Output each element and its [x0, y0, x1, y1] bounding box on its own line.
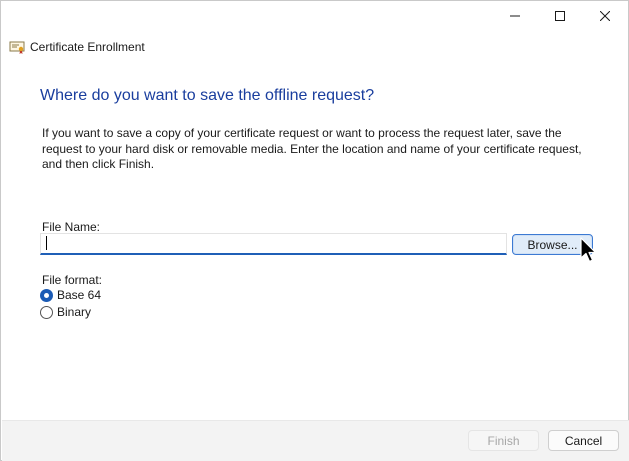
- text-caret: [46, 236, 47, 250]
- cancel-button[interactable]: Cancel: [548, 430, 619, 451]
- window-title: Certificate Enrollment: [30, 40, 145, 54]
- page-description: If you want to save a copy of your certi…: [42, 126, 582, 171]
- file-name-input[interactable]: [40, 233, 507, 255]
- radio-unchecked-icon[interactable]: [40, 305, 53, 319]
- radio-label-binary: Binary: [57, 305, 92, 319]
- certificate-enrollment-window: Certificate Enrollment Where do you want…: [0, 0, 629, 461]
- page-heading: Where do you want to save the offline re…: [40, 87, 375, 104]
- maximize-icon: [555, 11, 565, 21]
- mouse-pointer-icon: [580, 237, 597, 263]
- close-button[interactable]: [583, 1, 627, 31]
- maximize-button[interactable]: [538, 1, 582, 31]
- minimize-button[interactable]: [493, 1, 537, 31]
- file-name-label: File Name:: [42, 220, 101, 234]
- certificate-icon: [9, 41, 25, 54]
- minimize-icon: [510, 15, 520, 17]
- finish-button[interactable]: Finish: [468, 430, 539, 451]
- radio-option-base64[interactable]: Base 64: [40, 288, 101, 302]
- radio-option-binary[interactable]: Binary: [40, 305, 91, 319]
- radio-checked-icon[interactable]: [40, 288, 53, 302]
- close-icon: [600, 11, 610, 21]
- file-format-label: File format:: [42, 273, 103, 287]
- radio-label-base64: Base 64: [57, 288, 102, 302]
